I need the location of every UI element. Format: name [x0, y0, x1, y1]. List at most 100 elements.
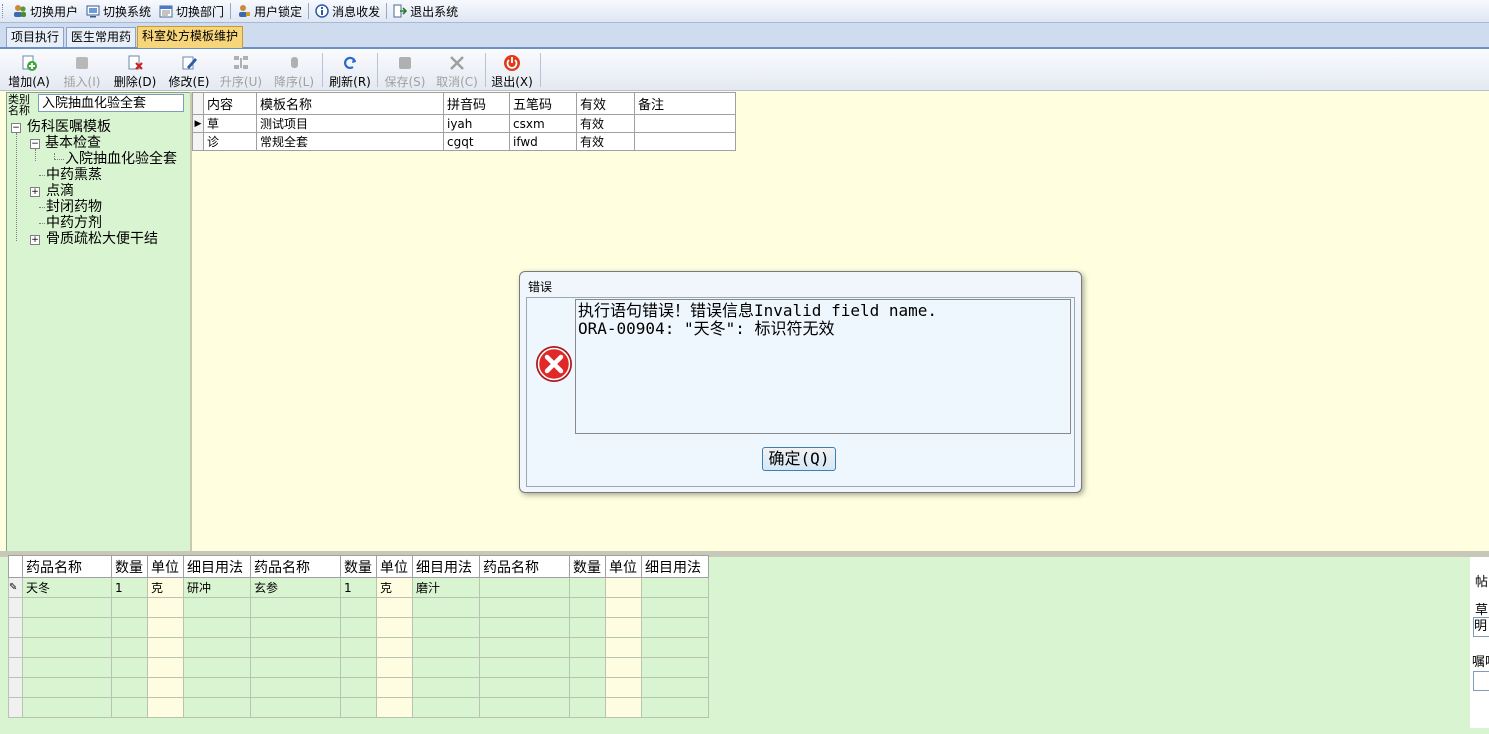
- type-field[interactable]: 明: [1473, 617, 1489, 637]
- expand-toggle[interactable]: +: [30, 235, 40, 245]
- instruction-field[interactable]: [1473, 671, 1489, 691]
- collapse-toggle[interactable]: −: [30, 139, 40, 149]
- tree-node-block-drug[interactable]: 封闭药物: [46, 199, 102, 215]
- cell-content[interactable]: 草: [203, 114, 257, 133]
- cell-name[interactable]: 测试项目: [256, 114, 444, 133]
- column-header[interactable]: 拼音码: [443, 92, 510, 115]
- info-icon: [315, 4, 329, 18]
- cell-usage[interactable]: 磨汁: [412, 577, 480, 598]
- cell-note[interactable]: [634, 114, 736, 133]
- sort-down-button[interactable]: 降序(L): [272, 52, 316, 89]
- vertical-splitter[interactable]: [190, 92, 192, 551]
- column-header[interactable]: 药品名称: [479, 555, 570, 578]
- column-header[interactable]: 五笔码: [509, 92, 577, 115]
- tab-dept-prescription-templates[interactable]: 科室处方模板维护: [137, 26, 244, 48]
- cell-drug-name[interactable]: 天冬: [22, 577, 112, 598]
- sort-up-button[interactable]: 升序(U): [219, 52, 263, 89]
- cell-quantity[interactable]: [569, 577, 606, 598]
- cell-valid[interactable]: 有效: [576, 132, 635, 151]
- cell-content[interactable]: 诊: [203, 132, 257, 151]
- tree-node-blood-test[interactable]: 入院抽血化验全套: [65, 151, 177, 167]
- cell-unit[interactable]: [605, 577, 642, 598]
- tree-node-herbal-formula[interactable]: 中药方剂: [46, 215, 102, 231]
- logout-icon: [393, 4, 408, 18]
- table-row[interactable]: [8, 677, 709, 698]
- table-row[interactable]: [8, 597, 709, 618]
- column-header[interactable]: 单位: [376, 555, 413, 578]
- tree-line: [39, 207, 45, 208]
- column-header[interactable]: 单位: [147, 555, 184, 578]
- exit-system-button[interactable]: 退出系统: [389, 1, 462, 21]
- column-header[interactable]: 模板名称: [256, 92, 444, 115]
- tree-root[interactable]: 伤科医嘱模板: [27, 119, 111, 135]
- cancel-button[interactable]: 取消(C): [435, 52, 479, 89]
- tree-node-drip[interactable]: 点滴: [46, 183, 74, 199]
- cell-unit[interactable]: 克: [147, 577, 184, 598]
- table-row[interactable]: [8, 617, 709, 638]
- cell-pinyin[interactable]: iyah: [443, 114, 510, 133]
- user-lock-icon: [237, 4, 251, 18]
- expand-toggle[interactable]: +: [30, 187, 40, 197]
- column-header[interactable]: 单位: [605, 555, 642, 578]
- menu-separator: [230, 3, 232, 19]
- switch-department-button[interactable]: 切换部门: [155, 1, 228, 21]
- column-header[interactable]: 数量: [569, 555, 606, 578]
- cell-drug-name[interactable]: [479, 577, 570, 598]
- grid-header-row: 内容 模板名称 拼音码 五笔码 有效 备注: [192, 92, 736, 115]
- tree-node-herbal-steam[interactable]: 中药熏蒸: [46, 167, 102, 183]
- exit-button[interactable]: 退出(X): [490, 52, 534, 89]
- top-menu-bar: 切换用户 切换系统 切换部门 用户锁定 消息收发 退出系统: [0, 0, 1489, 23]
- cell-pinyin[interactable]: cgqt: [443, 132, 510, 151]
- column-header[interactable]: 备注: [634, 92, 736, 115]
- table-row[interactable]: ✎ 天冬 1 克 研冲 玄参 1 克 磨汁: [8, 577, 709, 598]
- save-icon: [396, 54, 414, 72]
- column-header[interactable]: 内容: [203, 92, 257, 115]
- switch-user-button[interactable]: 切换用户: [9, 1, 82, 21]
- category-input[interactable]: 入院抽血化验全套: [38, 94, 184, 112]
- insert-button[interactable]: 插入(I): [60, 52, 104, 89]
- cell-usage[interactable]: [641, 577, 709, 598]
- add-button[interactable]: 增加(A): [8, 52, 50, 89]
- table-row[interactable]: 诊 常规全套 cgqt ifwd 有效: [192, 132, 736, 151]
- table-row[interactable]: [8, 657, 709, 678]
- user-lock-button[interactable]: 用户锁定: [233, 1, 306, 21]
- cell-drug-name[interactable]: 玄参: [250, 577, 341, 598]
- delete-button[interactable]: 删除(D): [113, 52, 157, 89]
- column-header[interactable]: 细目用法: [412, 555, 480, 578]
- cell-quantity[interactable]: 1: [340, 577, 377, 598]
- column-header[interactable]: 药品名称: [250, 555, 341, 578]
- cell-name[interactable]: 常规全套: [256, 132, 444, 151]
- tab-bar: 项目执行 医生常用药 科室处方模板维护: [0, 23, 1489, 49]
- switch-system-label: 切换系统: [103, 4, 152, 19]
- switch-system-button[interactable]: 切换系统: [82, 1, 155, 21]
- cell-valid[interactable]: 有效: [576, 114, 635, 133]
- table-row[interactable]: [8, 697, 709, 718]
- cell-wubi[interactable]: ifwd: [509, 132, 577, 151]
- cell-usage[interactable]: 研冲: [183, 577, 251, 598]
- table-row[interactable]: ▶ 草 测试项目 iyah csxm 有效: [192, 114, 736, 133]
- cell-quantity[interactable]: 1: [111, 577, 148, 598]
- ok-button[interactable]: 确定(Q): [762, 447, 836, 471]
- table-row[interactable]: [8, 637, 709, 658]
- add-label: 增加(A): [8, 75, 50, 89]
- messages-button[interactable]: 消息收发: [311, 1, 384, 21]
- column-header[interactable]: 数量: [111, 555, 148, 578]
- save-button[interactable]: 保存(S): [383, 52, 427, 89]
- tree-node-basic-exam[interactable]: 基本检查: [45, 135, 101, 151]
- tab-item-execution[interactable]: 项目执行: [6, 27, 65, 47]
- column-header[interactable]: 细目用法: [183, 555, 251, 578]
- collapse-toggle[interactable]: −: [11, 123, 21, 133]
- tab-doctor-common-drugs[interactable]: 医生常用药: [66, 27, 137, 47]
- refresh-button[interactable]: 刷新(R): [328, 52, 372, 89]
- cell-note[interactable]: [634, 132, 736, 151]
- column-header[interactable]: 细目用法: [641, 555, 709, 578]
- cell-unit[interactable]: 克: [376, 577, 413, 598]
- column-header[interactable]: 有效: [576, 92, 635, 115]
- edit-button[interactable]: 修改(E): [167, 52, 211, 89]
- cell-wubi[interactable]: csxm: [509, 114, 577, 133]
- tree-node-osteoporosis[interactable]: 骨质疏松大便干结: [46, 231, 158, 247]
- sort-down-icon: [285, 54, 303, 72]
- column-header[interactable]: 药品名称: [22, 555, 112, 578]
- switch-department-label: 切换部门: [176, 4, 225, 19]
- column-header[interactable]: 数量: [340, 555, 377, 578]
